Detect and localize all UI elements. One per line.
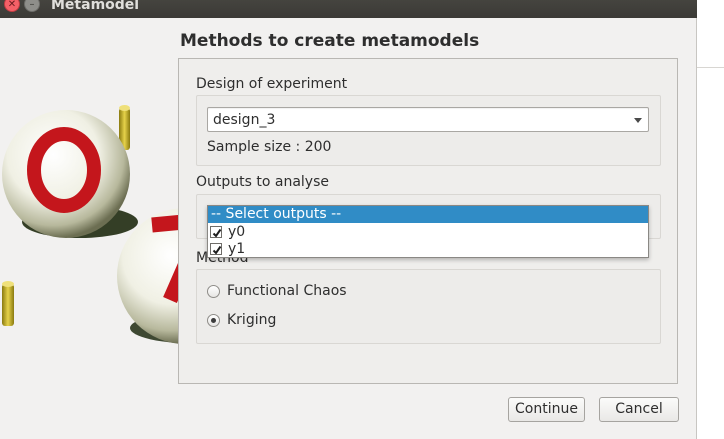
output-label-y0: y0	[228, 224, 246, 240]
kriging-label[interactable]: Kriging	[227, 312, 276, 328]
close-window-button[interactable]: ✕	[4, 0, 20, 12]
output-option-y0[interactable]: y0	[208, 224, 648, 241]
metamodel-dialog: ✕ – Metamodel Methods to create metamode…	[0, 0, 697, 439]
checkmark-icon	[212, 228, 222, 238]
minimize-window-button[interactable]: –	[24, 0, 40, 12]
chevron-down-icon	[634, 118, 642, 123]
design-section-label: Design of experiment	[196, 76, 348, 92]
page-title: Methods to create metamodels	[180, 31, 480, 51]
background-window-edge	[696, 18, 724, 439]
functional-chaos-radio[interactable]	[207, 285, 220, 298]
design-select[interactable]: design_3	[207, 107, 649, 132]
background-divider	[697, 67, 724, 68]
title-bar: ✕ – Metamodel	[0, 0, 697, 18]
continue-button[interactable]: Continue	[508, 397, 585, 422]
output-label-y1: y1	[228, 241, 246, 257]
checkbox-y0[interactable]	[210, 226, 222, 238]
checkbox-y1[interactable]	[210, 243, 222, 255]
method-group	[196, 269, 661, 344]
outputs-dropdown-list: -- Select outputs -- y0 y1	[207, 205, 649, 258]
kriging-radio[interactable]	[207, 314, 220, 327]
output-option-y1[interactable]: y1	[208, 241, 648, 258]
cancel-button[interactable]: Cancel	[599, 397, 679, 422]
checkmark-icon	[212, 245, 222, 255]
functional-chaos-label[interactable]: Functional Chaos	[227, 283, 347, 299]
window-title: Metamodel	[51, 0, 140, 13]
select-outputs-header[interactable]: -- Select outputs --	[208, 206, 648, 223]
outputs-section-label: Outputs to analyse	[196, 174, 329, 190]
sample-size-text: Sample size : 200	[207, 139, 332, 155]
logo-pin	[2, 284, 14, 326]
design-select-value: design_3	[213, 112, 276, 128]
